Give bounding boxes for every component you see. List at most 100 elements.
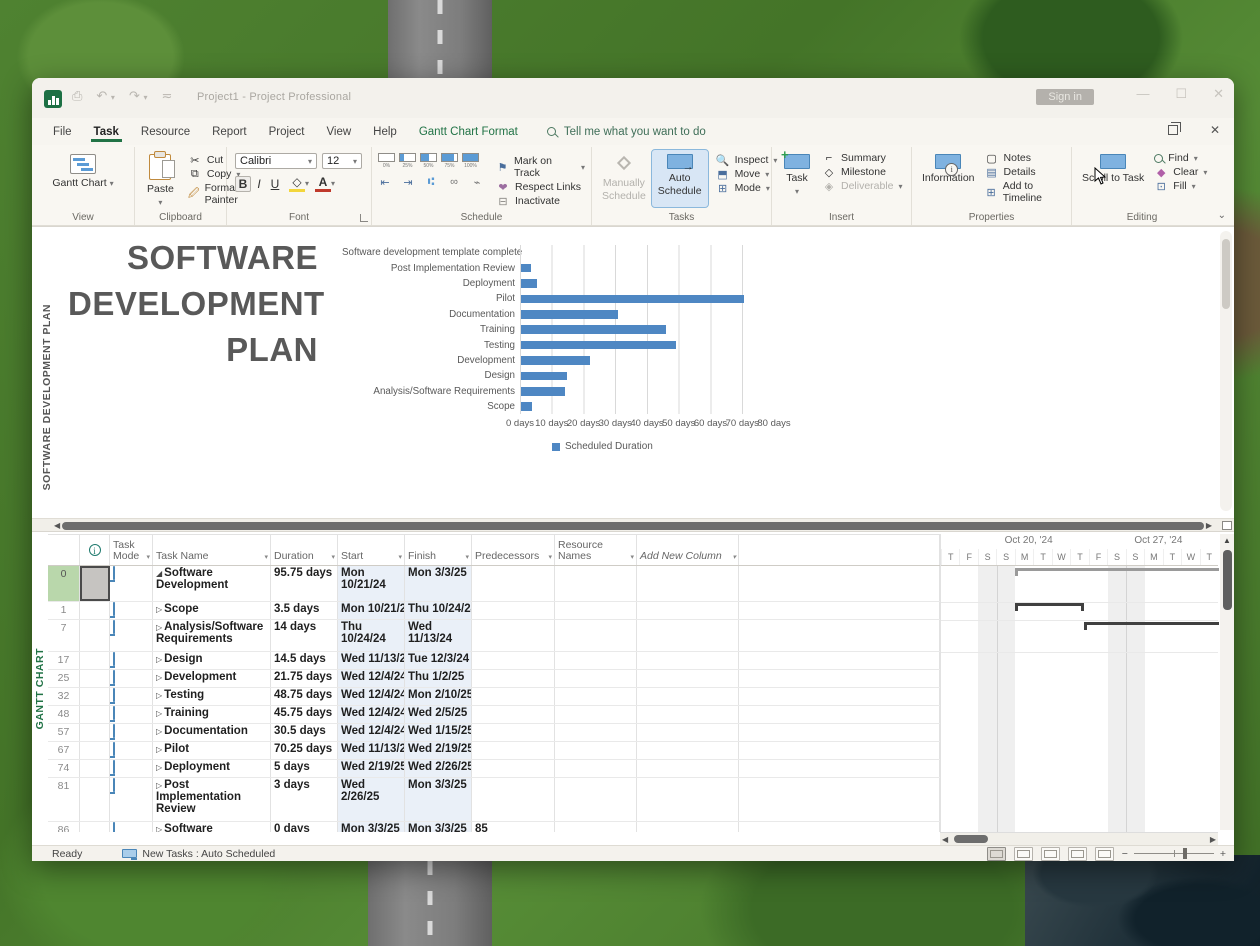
mark-on-track-button[interactable]: ⚑Mark on Track ▾ — [496, 155, 585, 179]
add-new-column-cell[interactable] — [637, 670, 739, 687]
italic-button[interactable]: I — [251, 177, 267, 191]
gantt-vscroll-thumb[interactable] — [1223, 550, 1232, 610]
duration-cell[interactable]: 70.25 days — [271, 742, 338, 759]
task-table[interactable]: i Task Mode▾ Task Name▾ Duration▾ Start▾… — [48, 534, 940, 845]
duration-cell[interactable]: 95.75 days — [271, 566, 338, 601]
percent-0-button[interactable]: 0% — [378, 153, 395, 169]
gantt-vertical-scrollbar[interactable]: ▲ — [1220, 534, 1234, 830]
predecessors-cell[interactable] — [472, 652, 555, 669]
info-cell[interactable] — [80, 566, 110, 601]
info-cell[interactable] — [80, 706, 110, 723]
predecessors-cell[interactable] — [472, 760, 555, 777]
header-finish[interactable]: Finish▾ — [405, 534, 472, 565]
tab-project[interactable]: Project — [258, 122, 316, 142]
header-task-name[interactable]: Task Name▾ — [153, 534, 271, 565]
table-row-17[interactable]: 17▷Design14.5 daysWed 11/13/24Tue 12/3/2… — [48, 652, 940, 670]
info-cell[interactable] — [80, 822, 110, 832]
duration-cell[interactable]: 48.75 days — [271, 688, 338, 705]
split-task-icon[interactable]: ⑆ — [424, 176, 438, 188]
highlight-color-button[interactable]: ◇ — [289, 175, 305, 192]
redo-icon[interactable]: ↷ ▾ — [129, 88, 148, 104]
info-cell[interactable] — [80, 742, 110, 759]
timeline-scroll-right-icon[interactable]: ▶ — [1210, 835, 1216, 844]
percent-75-button[interactable]: 75% — [441, 153, 458, 169]
bold-button[interactable]: B — [235, 176, 251, 192]
start-cell[interactable]: Wed 11/13/24 — [338, 742, 405, 759]
finish-cell[interactable]: Wed 11/13/24 — [405, 620, 472, 651]
unlink-tasks-icon[interactable]: ⌁ — [470, 176, 484, 188]
start-cell[interactable]: Mon 10/21/24 — [338, 602, 405, 619]
zoom-in-icon[interactable]: + — [1220, 848, 1226, 860]
table-row-32[interactable]: 32▷Testing48.75 daysWed 12/4/24Mon 2/10/… — [48, 688, 940, 706]
info-cell[interactable] — [80, 602, 110, 619]
task-mode-cell[interactable] — [110, 620, 153, 651]
notes-button[interactable]: ▢Notes — [985, 152, 1071, 164]
resource-names-cell[interactable] — [555, 652, 637, 669]
font-size-select[interactable]: 12▾ — [322, 153, 362, 169]
tell-me-search[interactable]: Tell me what you want to do — [547, 126, 706, 138]
row-id[interactable]: 48 — [48, 706, 80, 723]
expand-triangle-icon[interactable]: ▷ — [156, 825, 162, 832]
finish-cell[interactable]: Mon 2/10/25 — [405, 688, 472, 705]
details-button[interactable]: ▤Details — [985, 166, 1071, 178]
timeline-hscroll-thumb[interactable] — [954, 835, 988, 843]
chart-bar[interactable] — [521, 325, 666, 334]
chart-bar[interactable] — [521, 310, 618, 319]
task-name-cell[interactable]: ▷Analysis/Software Requirements — [153, 620, 271, 651]
row-id[interactable]: 17 — [48, 652, 80, 669]
predecessors-cell[interactable] — [472, 778, 555, 821]
tab-report[interactable]: Report — [201, 122, 258, 142]
task-name-cell[interactable]: ▷Software — [153, 822, 271, 832]
insert-summary-button[interactable]: ⌐Summary — [822, 152, 903, 164]
table-row-67[interactable]: 67▷Pilot70.25 daysWed 11/13/24Wed 2/19/2… — [48, 742, 940, 760]
close-button[interactable]: ✕ — [1213, 86, 1224, 102]
header-task-mode[interactable]: Task Mode▾ — [110, 534, 153, 565]
info-cell[interactable] — [80, 760, 110, 777]
task-mode-cell[interactable] — [110, 652, 153, 669]
finish-cell[interactable]: Mon 3/3/25 — [405, 822, 472, 832]
add-new-column-cell[interactable] — [637, 724, 739, 741]
finish-cell[interactable]: Thu 10/24/24 — [405, 602, 472, 619]
inspect-button[interactable]: 🔍Inspect ▾ — [716, 154, 778, 166]
zoom-out-icon[interactable]: − — [1122, 848, 1128, 860]
info-cell[interactable] — [80, 670, 110, 687]
info-cell[interactable] — [80, 778, 110, 821]
task-name-cell[interactable]: ▷Documentation — [153, 724, 271, 741]
finish-cell[interactable]: Wed 2/19/25 — [405, 742, 472, 759]
tab-resource[interactable]: Resource — [130, 122, 201, 142]
tab-help[interactable]: Help — [362, 122, 408, 142]
add-new-column-cell[interactable] — [637, 742, 739, 759]
collapse-triangle-icon[interactable]: ◢ — [156, 569, 162, 578]
team-planner-view-button[interactable] — [1041, 847, 1060, 861]
start-cell[interactable]: Wed 12/4/24 — [338, 670, 405, 687]
start-cell[interactable]: Wed 11/13/24 — [338, 652, 405, 669]
finish-cell[interactable]: Mon 3/3/25 — [405, 566, 472, 601]
paste-button[interactable]: Paste▾ — [141, 150, 180, 213]
start-cell[interactable]: Wed 2/19/25 — [338, 760, 405, 777]
minimize-button[interactable]: — — [1136, 86, 1149, 102]
save-icon[interactable]: ⎙ — [72, 88, 82, 104]
mode-button[interactable]: ⊞Mode ▾ — [716, 182, 778, 194]
row-id[interactable]: 7 — [48, 620, 80, 651]
info-cell[interactable] — [80, 688, 110, 705]
new-tasks-mode[interactable]: New Tasks : Auto Scheduled — [122, 848, 275, 860]
tab-file[interactable]: File — [42, 122, 83, 142]
finish-cell[interactable]: Wed 2/26/25 — [405, 760, 472, 777]
fill-button[interactable]: ⊡Fill ▾ — [1154, 180, 1207, 192]
duration-cell[interactable]: 0 days — [271, 822, 338, 832]
add-new-column-cell[interactable] — [637, 566, 739, 601]
start-cell[interactable]: Mon 3/3/25 — [338, 822, 405, 832]
resource-names-cell[interactable] — [555, 620, 637, 651]
report-view-button[interactable] — [1095, 847, 1114, 861]
task-mode-cell[interactable] — [110, 602, 153, 619]
add-new-column-cell[interactable] — [637, 822, 739, 832]
table-row-0[interactable]: 0◢Software Development95.75 daysMon 10/2… — [48, 566, 940, 602]
table-row-81[interactable]: 81▷Post Implementation Review3 daysWed 2… — [48, 778, 940, 822]
auto-schedule-button[interactable]: Auto Schedule — [652, 150, 708, 207]
clear-button[interactable]: ◆Clear ▾ — [1154, 166, 1207, 178]
row-id[interactable]: 81 — [48, 778, 80, 821]
resource-names-cell[interactable] — [555, 724, 637, 741]
resource-names-cell[interactable] — [555, 706, 637, 723]
predecessors-cell[interactable] — [472, 602, 555, 619]
start-cell[interactable]: Mon 10/21/24 — [338, 566, 405, 601]
